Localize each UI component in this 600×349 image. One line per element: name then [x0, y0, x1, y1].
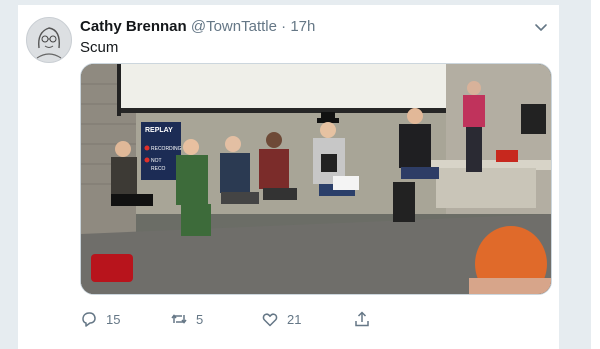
- tweet-header: Cathy Brennan @TownTattle · 17h: [80, 17, 315, 37]
- sign-title: REPLAY: [145, 127, 173, 134]
- avatar-sketch: [27, 18, 71, 62]
- avatar[interactable]: [26, 17, 72, 63]
- reply-icon: [82, 312, 96, 327]
- tweet-actions: 15 5 21: [80, 309, 380, 329]
- display-name[interactable]: Cathy Brennan: [80, 18, 187, 35]
- tweet-photo[interactable]: REPLAY RECORDING NOT RECO: [80, 63, 552, 295]
- separator-dot: ·: [281, 18, 287, 35]
- chevron-down-icon[interactable]: [533, 19, 549, 35]
- retweet-count: 5: [196, 311, 204, 327]
- share-icon: [355, 311, 369, 327]
- reply-button[interactable]: 15: [80, 309, 120, 329]
- share-button[interactable]: [353, 309, 371, 329]
- like-button[interactable]: 21: [261, 309, 301, 329]
- heart-icon: [262, 313, 278, 327]
- user-handle[interactable]: @TownTattle: [191, 18, 277, 35]
- retweet-button[interactable]: 5: [170, 309, 203, 329]
- panel-photo: REPLAY RECORDING NOT RECO: [81, 64, 551, 294]
- tweet-text: Scum: [80, 39, 119, 56]
- like-count: 21: [287, 311, 302, 327]
- reply-count: 15: [106, 311, 121, 327]
- sign-line-reco: RECO: [151, 166, 166, 172]
- sign-line-not: NOT: [151, 158, 162, 164]
- replay-sign: REPLAY RECORDING NOT RECO: [141, 122, 182, 180]
- tweet-card[interactable]: Cathy Brennan @TownTattle · 17h Scum REP…: [17, 5, 560, 349]
- retweet-icon: [171, 314, 187, 324]
- sign-line-recording: RECORDING: [151, 146, 182, 152]
- tweet-timestamp[interactable]: 17h: [290, 18, 315, 35]
- scrollbar[interactable]: [591, 0, 600, 349]
